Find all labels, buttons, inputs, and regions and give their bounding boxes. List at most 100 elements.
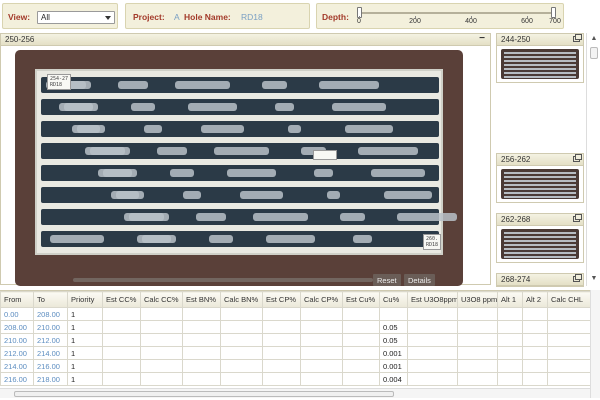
table-cell[interactable]: 210.00 — [0, 333, 34, 347]
table-cell[interactable] — [342, 320, 380, 334]
table-cell[interactable] — [497, 359, 523, 373]
table-cell[interactable] — [407, 346, 458, 360]
depth-slider-track[interactable] — [359, 12, 555, 14]
table-horizontal-scrollbar[interactable] — [0, 388, 590, 398]
table-cell[interactable]: 208.00 — [0, 320, 34, 334]
column-header[interactable]: Est U3O8ppm — [407, 291, 458, 308]
column-header[interactable]: To — [33, 291, 68, 308]
table-cell[interactable] — [102, 333, 141, 347]
table-cell[interactable] — [547, 372, 590, 386]
thumbnail-card[interactable]: 262-268 — [496, 213, 584, 263]
column-header[interactable]: Est Cu% — [342, 291, 380, 308]
table-cell[interactable] — [497, 333, 523, 347]
table-cell[interactable] — [342, 372, 380, 386]
table-cell[interactable] — [140, 307, 183, 321]
scroll-up-icon[interactable]: ▲ — [590, 35, 598, 45]
column-header[interactable]: Priority — [67, 291, 103, 308]
table-cell[interactable] — [342, 359, 380, 373]
table-cell[interactable]: 0.05 — [379, 333, 408, 347]
column-header[interactable]: Est BN% — [182, 291, 221, 308]
table-cell[interactable] — [220, 320, 263, 334]
table-cell[interactable] — [300, 372, 343, 386]
table-cell[interactable] — [220, 346, 263, 360]
table-cell[interactable] — [262, 333, 301, 347]
table-row[interactable]: 208.00 210.00 1 0.05 — [0, 320, 590, 334]
table-cell[interactable] — [182, 372, 221, 386]
column-header[interactable]: U3O8 ppm — [457, 291, 498, 308]
table-cell[interactable]: 214.00 — [0, 359, 34, 373]
table-cell[interactable] — [262, 320, 301, 334]
details-button[interactable]: Details — [404, 274, 435, 286]
table-cell[interactable] — [457, 359, 498, 373]
thumbnail-image[interactable] — [501, 169, 579, 199]
view-select[interactable]: All — [37, 11, 115, 24]
table-cell[interactable] — [262, 307, 301, 321]
column-header[interactable]: Calc CC% — [140, 291, 183, 308]
table-cell[interactable] — [407, 307, 458, 321]
table-row[interactable]: 212.00 214.00 1 0.001 — [0, 346, 590, 360]
table-cell[interactable]: 0.004 — [379, 372, 408, 386]
thumbnail-card[interactable]: 256-262 — [496, 153, 584, 203]
table-cell[interactable] — [547, 346, 590, 360]
table-cell[interactable] — [182, 307, 221, 321]
column-header[interactable]: Cu% — [379, 291, 408, 308]
core-tray-photo[interactable]: 254-27 RD18 260. RD18 Reset Details — [15, 50, 463, 286]
table-cell[interactable]: 218.00 — [33, 372, 68, 386]
table-cell[interactable]: 216.00 — [0, 372, 34, 386]
table-cell[interactable] — [457, 333, 498, 347]
table-cell[interactable] — [140, 359, 183, 373]
table-cell[interactable] — [102, 359, 141, 373]
column-header[interactable]: Alt 1 — [497, 291, 523, 308]
table-cell[interactable] — [220, 333, 263, 347]
table-cell[interactable] — [407, 320, 458, 334]
table-cell[interactable] — [547, 333, 590, 347]
table-cell[interactable] — [140, 346, 183, 360]
column-header[interactable]: Alt 2 — [522, 291, 548, 308]
thumbnail-card[interactable]: 268-274 — [496, 273, 584, 287]
thumbnail-scrollbar[interactable]: ▲ ▼ — [586, 33, 600, 286]
table-cell[interactable] — [522, 320, 548, 334]
table-cell[interactable] — [457, 320, 498, 334]
table-cell[interactable] — [102, 372, 141, 386]
table-vertical-scrollbar[interactable] — [590, 290, 600, 398]
column-header[interactable]: Est CP% — [262, 291, 301, 308]
table-cell[interactable]: 1 — [67, 320, 103, 334]
table-cell[interactable]: 0.05 — [379, 320, 408, 334]
scroll-thumb[interactable] — [590, 47, 598, 59]
table-cell[interactable]: 1 — [67, 346, 103, 360]
table-cell[interactable] — [342, 346, 380, 360]
table-cell[interactable] — [522, 359, 548, 373]
table-cell[interactable] — [182, 359, 221, 373]
table-cell[interactable] — [262, 372, 301, 386]
table-cell[interactable] — [182, 320, 221, 334]
table-cell[interactable] — [497, 372, 523, 386]
table-cell[interactable] — [140, 320, 183, 334]
table-cell[interactable]: 0.00 — [0, 307, 34, 321]
table-cell[interactable] — [300, 320, 343, 334]
table-cell[interactable]: 1 — [67, 307, 103, 321]
photo-scrollbar[interactable] — [73, 278, 373, 282]
table-cell[interactable] — [102, 346, 141, 360]
table-cell[interactable] — [457, 346, 498, 360]
table-cell[interactable] — [547, 320, 590, 334]
reset-button[interactable]: Reset — [373, 274, 401, 286]
scroll-down-icon[interactable]: ▼ — [590, 275, 598, 285]
table-cell[interactable]: 210.00 — [33, 320, 68, 334]
column-header[interactable]: From — [0, 291, 34, 308]
thumbnail-image[interactable] — [501, 49, 579, 79]
table-cell[interactable] — [457, 372, 498, 386]
table-cell[interactable] — [522, 333, 548, 347]
table-cell[interactable] — [262, 359, 301, 373]
thumbnail-image[interactable] — [501, 229, 579, 259]
minimize-button[interactable]: − — [479, 33, 485, 44]
table-cell[interactable] — [182, 333, 221, 347]
table-cell[interactable] — [140, 333, 183, 347]
table-cell[interactable] — [300, 307, 343, 321]
column-header[interactable]: Est CC% — [102, 291, 141, 308]
table-row[interactable]: 214.00 216.00 1 0.001 — [0, 359, 590, 373]
table-cell[interactable] — [102, 320, 141, 334]
table-cell[interactable]: 208.00 — [33, 307, 68, 321]
table-cell[interactable] — [497, 307, 523, 321]
table-cell[interactable] — [407, 333, 458, 347]
table-cell[interactable] — [140, 372, 183, 386]
